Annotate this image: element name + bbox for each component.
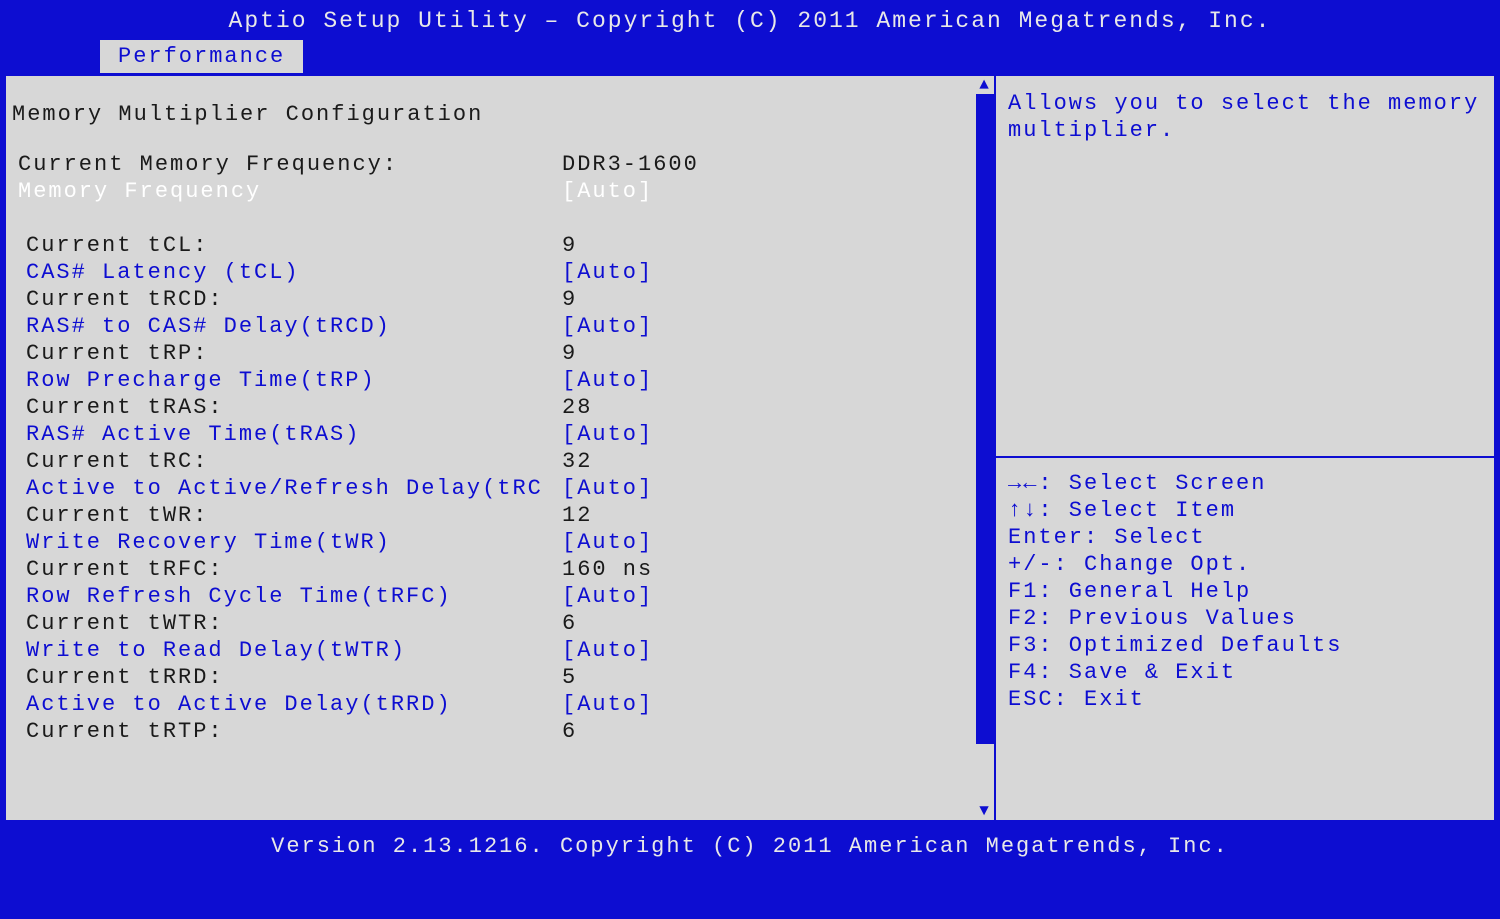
setting-label: Current Memory Frequency: — [12, 151, 562, 178]
setting-label: Row Precharge Time(tRP) — [12, 367, 562, 394]
key-legend: →←: Select Screen↑↓: Select ItemEnter: S… — [1008, 470, 1484, 713]
scroll-up-icon[interactable]: ▲ — [976, 76, 994, 94]
setting-value[interactable]: [Auto] — [562, 178, 653, 205]
help-panel: Allows you to select the memory multipli… — [994, 76, 1494, 820]
setting-value: 6 — [562, 610, 577, 637]
setting-label: Current tRTP: — [12, 718, 562, 745]
setting-row: Current Memory Frequency:DDR3-1600 — [12, 151, 984, 178]
setting-value: 5 — [562, 664, 577, 691]
setting-row[interactable]: Row Refresh Cycle Time(tRFC)[Auto] — [12, 583, 984, 610]
tab-bar: Performance — [0, 40, 1500, 74]
setting-row[interactable]: RAS# Active Time(tRAS)[Auto] — [12, 421, 984, 448]
section-title: Memory Multiplier Configuration — [12, 96, 984, 151]
legend-line: ESC: Exit — [1008, 686, 1484, 713]
setting-row[interactable]: CAS# Latency (tCL)[Auto] — [12, 259, 984, 286]
setting-label: Current tRCD: — [12, 286, 562, 313]
setting-label: Current tRAS: — [12, 394, 562, 421]
setting-row: Current tRAS:28 — [12, 394, 984, 421]
setting-value: 9 — [562, 340, 577, 367]
setting-value[interactable]: [Auto] — [562, 313, 653, 340]
setting-label: Write to Read Delay(tWTR) — [12, 637, 562, 664]
setting-value[interactable]: [Auto] — [562, 583, 653, 610]
help-divider — [996, 456, 1494, 458]
setting-label: Current tRC: — [12, 448, 562, 475]
tab-performance[interactable]: Performance — [100, 40, 303, 73]
setting-value: 32 — [562, 448, 592, 475]
setting-row: Current tRFC:160 ns — [12, 556, 984, 583]
scroll-thumb[interactable] — [976, 94, 994, 744]
settings-panel: Memory Multiplier Configuration Current … — [6, 76, 994, 820]
setting-value: 9 — [562, 232, 577, 259]
setting-value[interactable]: [Auto] — [562, 259, 653, 286]
setting-value[interactable]: [Auto] — [562, 529, 653, 556]
setting-row: Current tRTP:6 — [12, 718, 984, 745]
setting-label: RAS# Active Time(tRAS) — [12, 421, 562, 448]
setting-row[interactable]: Memory Frequency[Auto] — [12, 178, 984, 205]
setting-row[interactable]: Active to Active Delay(tRRD)[Auto] — [12, 691, 984, 718]
legend-line: F4: Save & Exit — [1008, 659, 1484, 686]
setting-label: Row Refresh Cycle Time(tRFC) — [12, 583, 562, 610]
setting-value[interactable]: [Auto] — [562, 367, 653, 394]
setting-row: Current tWR:12 — [12, 502, 984, 529]
setting-row[interactable]: Write to Read Delay(tWTR)[Auto] — [12, 637, 984, 664]
setting-row: Current tCL:9 — [12, 232, 984, 259]
scrollbar[interactable]: ▲ ▼ — [976, 76, 994, 820]
setting-label: Current tRRD: — [12, 664, 562, 691]
setting-row: Current tRP:9 — [12, 340, 984, 367]
setting-label: CAS# Latency (tCL) — [12, 259, 562, 286]
bios-footer: Version 2.13.1216. Copyright (C) 2011 Am… — [0, 826, 1500, 867]
setting-value: 160 ns — [562, 556, 653, 583]
legend-line: →←: Select Screen — [1008, 470, 1484, 497]
setting-value: 9 — [562, 286, 577, 313]
scroll-down-icon[interactable]: ▼ — [976, 802, 994, 820]
setting-label: Memory Frequency — [12, 178, 562, 205]
setting-label: Write Recovery Time(tWR) — [12, 529, 562, 556]
setting-row[interactable]: Write Recovery Time(tWR)[Auto] — [12, 529, 984, 556]
legend-line: F2: Previous Values — [1008, 605, 1484, 632]
setting-label: Current tCL: — [12, 232, 562, 259]
legend-line: F1: General Help — [1008, 578, 1484, 605]
setting-row: Current tRRD:5 — [12, 664, 984, 691]
setting-row: Current tWTR:6 — [12, 610, 984, 637]
legend-line: Enter: Select — [1008, 524, 1484, 551]
setting-row[interactable]: Active to Active/Refresh Delay(tRC[Auto] — [12, 475, 984, 502]
setting-row[interactable]: RAS# to CAS# Delay(tRCD)[Auto] — [12, 313, 984, 340]
setting-value: 28 — [562, 394, 592, 421]
setting-value: DDR3-1600 — [562, 151, 699, 178]
bios-header: Aptio Setup Utility – Copyright (C) 2011… — [0, 0, 1500, 40]
setting-label: Current tRFC: — [12, 556, 562, 583]
help-text: Allows you to select the memory multipli… — [1008, 90, 1484, 450]
bios-body: Memory Multiplier Configuration Current … — [4, 74, 1496, 822]
legend-line: +/-: Change Opt. — [1008, 551, 1484, 578]
legend-line: F3: Optimized Defaults — [1008, 632, 1484, 659]
setting-label: RAS# to CAS# Delay(tRCD) — [12, 313, 562, 340]
setting-value[interactable]: [Auto] — [562, 637, 653, 664]
setting-value[interactable]: [Auto] — [562, 421, 653, 448]
setting-label: Current tWR: — [12, 502, 562, 529]
setting-row: Current tRC:32 — [12, 448, 984, 475]
setting-row: Current tRCD:9 — [12, 286, 984, 313]
setting-value: 12 — [562, 502, 592, 529]
setting-label: Active to Active Delay(tRRD) — [12, 691, 562, 718]
setting-value: 6 — [562, 718, 577, 745]
legend-line: ↑↓: Select Item — [1008, 497, 1484, 524]
setting-row[interactable]: Row Precharge Time(tRP)[Auto] — [12, 367, 984, 394]
setting-label: Active to Active/Refresh Delay(tRC — [12, 475, 562, 502]
setting-value[interactable]: [Auto] — [562, 475, 653, 502]
setting-value[interactable]: [Auto] — [562, 691, 653, 718]
setting-label: Current tWTR: — [12, 610, 562, 637]
setting-label: Current tRP: — [12, 340, 562, 367]
